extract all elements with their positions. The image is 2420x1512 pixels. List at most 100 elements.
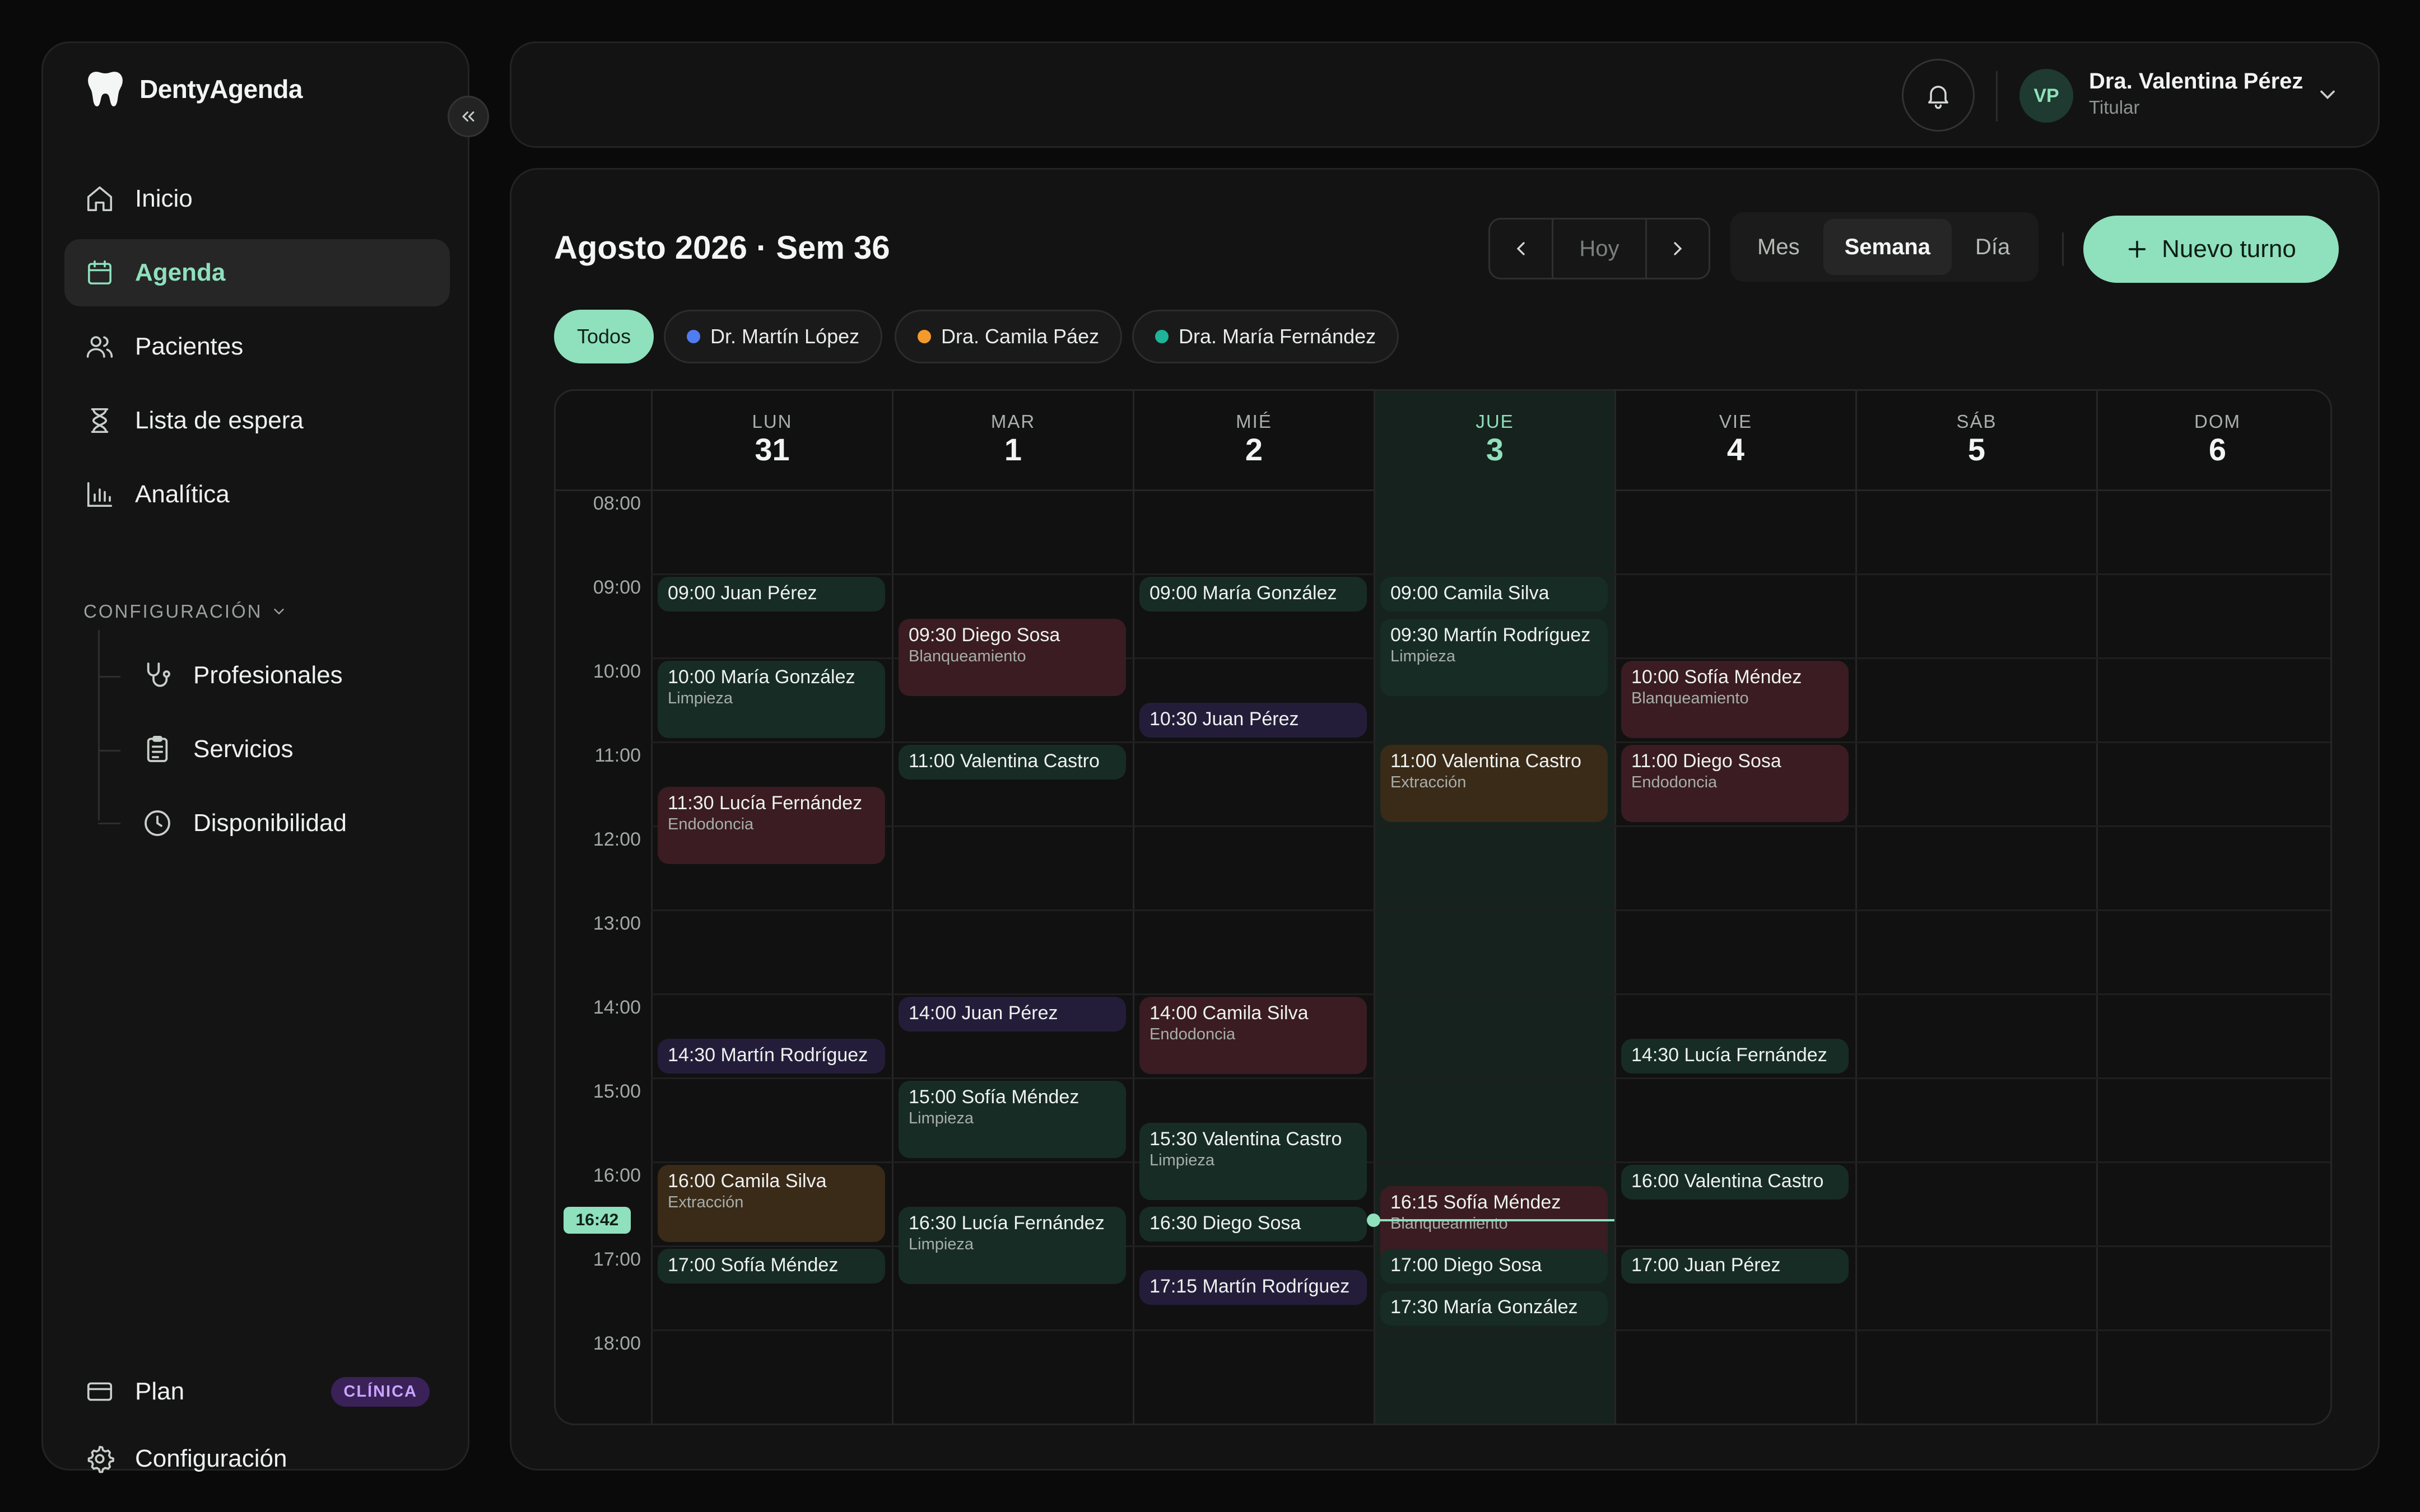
calendar-icon xyxy=(88,260,111,284)
nav-inicio[interactable]: Inicio xyxy=(64,165,450,232)
appointment-title: 09:00 Juan Pérez xyxy=(668,582,817,604)
appointment-title: 14:30 Lucía Fernández xyxy=(1631,1044,1827,1066)
appointment-card[interactable]: 09:30 Diego Sosa Blanqueamiento xyxy=(899,619,1126,696)
appointment-card[interactable]: 09:00 Juan Pérez xyxy=(658,577,885,612)
hour-gridline xyxy=(651,909,2330,911)
appointment-card[interactable]: 15:00 Sofía Méndez Limpieza xyxy=(899,1081,1126,1158)
filter-dra-maria-fernandez[interactable]: Dra. María Fernández xyxy=(1132,310,1399,363)
appointment-title: 09:30 Martín Rodríguez xyxy=(1390,624,1591,646)
filter-label: Todos xyxy=(577,325,631,348)
appointment-title: 16:00 Valentina Castro xyxy=(1631,1170,1824,1192)
time-label: 16:00 xyxy=(593,1165,641,1186)
time-label: 13:00 xyxy=(593,913,641,934)
appointment-card[interactable]: 10:00 Sofía Méndez Blanqueamiento xyxy=(1621,661,1849,738)
home-icon xyxy=(87,186,113,212)
appointment-title: 17:00 Sofía Méndez xyxy=(668,1254,839,1276)
appointment-service: Endodoncia xyxy=(668,815,754,833)
appointment-title: 17:00 Diego Sosa xyxy=(1390,1254,1542,1276)
color-dot xyxy=(1155,330,1169,343)
nav-agenda[interactable]: Agenda xyxy=(64,239,450,306)
appointment-service: Blanqueamiento xyxy=(909,647,1026,665)
day-column-sáb[interactable]: SÁB 5 xyxy=(1855,391,2096,1424)
appointment-card[interactable]: 09:00 Camila Silva xyxy=(1380,577,1608,612)
appointment-card[interactable]: 09:30 Martín Rodríguez Limpieza xyxy=(1380,619,1608,696)
appointment-service: Endodoncia xyxy=(1631,773,1718,791)
filter-dra-camila-paez[interactable]: Dra. Camila Páez xyxy=(895,310,1123,363)
config-section-label: CONFIGURACIÓN xyxy=(83,601,263,622)
clipboard-icon xyxy=(147,735,168,762)
nav-analitica[interactable]: Analítica xyxy=(64,461,450,528)
nav-disponibilidad[interactable]: Disponibilidad xyxy=(142,792,347,854)
view-day-button[interactable]: Día xyxy=(1954,219,2031,275)
today-button[interactable]: Hoy xyxy=(1552,220,1647,278)
user-role: Titular xyxy=(2089,97,2140,118)
config-section-toggle[interactable]: CONFIGURACIÓN xyxy=(83,601,287,622)
day-name: MIÉ xyxy=(1236,411,1272,432)
appointment-card[interactable]: 09:00 María González xyxy=(1139,577,1367,612)
nav-lista-espera[interactable]: Lista de espera xyxy=(64,387,450,454)
appointment-title: 17:15 Martín Rodríguez xyxy=(1150,1275,1350,1297)
hour-gridline xyxy=(651,741,2330,743)
appointment-title: 14:00 Juan Pérez xyxy=(909,1002,1058,1024)
appointment-title: 17:00 Juan Pérez xyxy=(1631,1254,1781,1276)
nav-label: Plan xyxy=(135,1378,185,1405)
color-dot xyxy=(687,330,700,343)
view-month-button[interactable]: Mes xyxy=(1736,219,1821,275)
appointment-service: Endodoncia xyxy=(1150,1025,1236,1043)
day-name: MAR xyxy=(990,411,1036,432)
day-name: DOM xyxy=(2194,411,2241,432)
appointment-service: Extracción xyxy=(668,1193,744,1211)
new-appointment-button[interactable]: Nuevo turno xyxy=(2083,216,2339,283)
appointment-card[interactable]: 11:30 Lucía Fernández Endodoncia xyxy=(658,787,885,864)
appointment-card[interactable]: 14:00 Juan Pérez xyxy=(899,997,1126,1032)
nav-profesionales[interactable]: Profesionales xyxy=(142,645,343,706)
main-panel: Agosto 2026 · Sem 36 Hoy Mes Semana Día … xyxy=(510,168,2380,1471)
appointment-card[interactable]: 16:30 Diego Sosa xyxy=(1139,1207,1367,1242)
time-label: 18:00 xyxy=(593,1333,641,1354)
appointment-card[interactable]: 17:00 Juan Pérez xyxy=(1621,1249,1849,1284)
appointment-card[interactable]: 16:00 Camila Silva Extracción xyxy=(658,1165,885,1242)
time-label: 09:00 xyxy=(593,577,641,598)
appointment-card[interactable]: 10:00 María González Limpieza xyxy=(658,661,885,738)
appointment-card[interactable]: 17:00 Sofía Méndez xyxy=(658,1249,885,1284)
day-number: 4 xyxy=(1726,432,1745,467)
user-name[interactable]: Dra. Valentina Pérez xyxy=(2089,69,2303,94)
appointment-card[interactable]: 17:30 María González xyxy=(1380,1291,1608,1326)
appointment-card[interactable]: 14:00 Camila Silva Endodoncia xyxy=(1139,997,1367,1074)
nav-pacientes[interactable]: Pacientes xyxy=(64,313,450,380)
appointment-card[interactable]: 17:15 Martín Rodríguez xyxy=(1139,1270,1367,1305)
day-number: 3 xyxy=(1486,432,1504,467)
nav-configuracion[interactable]: Configuración xyxy=(64,1425,450,1492)
nav-plan[interactable]: Plan CLÍNICA xyxy=(64,1358,450,1425)
day-number: 6 xyxy=(2208,432,2227,467)
appointment-card[interactable]: 10:30 Juan Pérez xyxy=(1139,703,1367,738)
day-name: SÁB xyxy=(1956,411,1997,432)
day-column-mié[interactable]: MIÉ 2 xyxy=(1133,391,1374,1424)
appointment-card[interactable]: 16:30 Lucía Fernández Limpieza xyxy=(899,1207,1126,1284)
nav-label: Configuración xyxy=(135,1445,287,1472)
appointment-card[interactable]: 17:00 Diego Sosa xyxy=(1380,1249,1608,1284)
appointment-card[interactable]: 14:30 Lucía Fernández xyxy=(1621,1039,1849,1074)
filter-todos[interactable]: Todos xyxy=(554,310,654,363)
appointment-card[interactable]: 15:30 Valentina Castro Limpieza xyxy=(1139,1123,1367,1200)
appointment-card[interactable]: 14:30 Martín Rodríguez xyxy=(658,1039,885,1074)
notifications-button[interactable] xyxy=(1902,59,1975,132)
avatar[interactable]: VP xyxy=(2019,69,2073,123)
chevron-down-icon[interactable] xyxy=(2315,82,2340,107)
filter-dr-martin-lopez[interactable]: Dr. Martín López xyxy=(664,310,883,363)
next-week-button[interactable] xyxy=(1647,220,1709,278)
collapse-sidebar-button[interactable] xyxy=(448,96,489,137)
appointment-card[interactable]: 11:00 Valentina Castro xyxy=(899,745,1126,780)
prev-week-button[interactable] xyxy=(1490,220,1552,278)
appointment-card[interactable]: 11:00 Diego Sosa Endodoncia xyxy=(1621,745,1849,822)
appointment-service: Limpieza xyxy=(1150,1151,1215,1169)
day-number: 31 xyxy=(755,432,790,467)
brand[interactable]: DentyAgenda xyxy=(83,67,302,111)
day-column-dom[interactable]: DOM 6 xyxy=(2096,391,2330,1424)
appointment-card[interactable]: 11:00 Valentina Castro Extracción xyxy=(1380,745,1608,822)
view-week-button[interactable]: Semana xyxy=(1823,219,1952,275)
tooth-logo-icon xyxy=(88,72,123,106)
tree-hook xyxy=(98,676,120,678)
nav-servicios[interactable]: Servicios xyxy=(142,718,294,780)
appointment-card[interactable]: 16:00 Valentina Castro xyxy=(1621,1165,1849,1200)
